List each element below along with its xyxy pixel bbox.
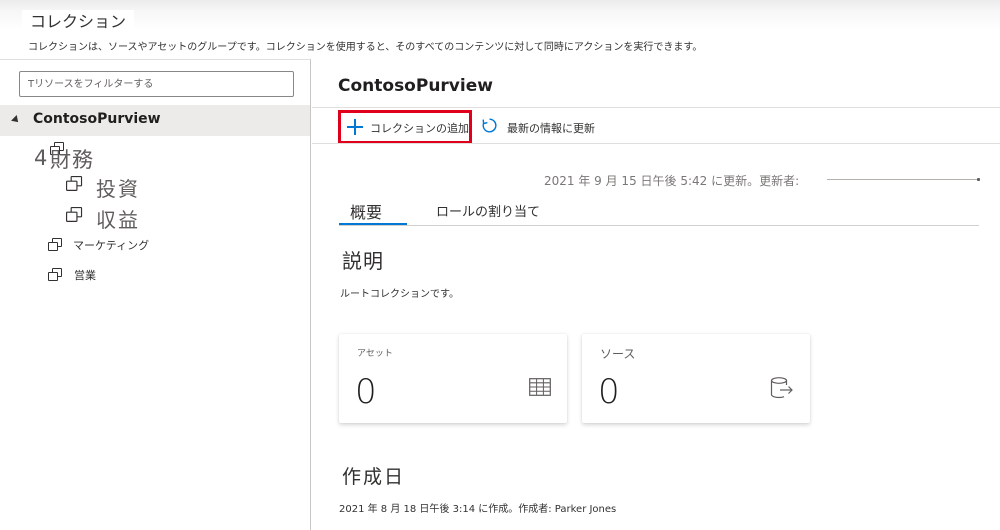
tree-item-contosopurview[interactable]: ContosoPurview xyxy=(0,105,310,136)
tab-bar: 概要 ロールの割り当て xyxy=(339,195,979,226)
plus-icon xyxy=(346,118,364,136)
divider xyxy=(312,107,1000,108)
description-text: ルートコレクションです。 xyxy=(340,289,459,300)
last-updated-text: 2021 年 9 月 15 日午後 5:42 に更新。更新者: xyxy=(544,174,800,188)
tab-overview-label: 概要 xyxy=(350,203,383,222)
tab-overview[interactable]: 概要 xyxy=(350,199,382,223)
collection-title: ContosoPurview xyxy=(338,76,493,96)
tree-item-number: 4 xyxy=(34,146,48,170)
tab-role-assignments-label: ロールの割り当て xyxy=(436,205,541,220)
assets-card-label: アセット xyxy=(357,349,393,359)
refresh-icon xyxy=(482,118,497,133)
assets-card[interactable]: アセット 0 xyxy=(339,334,567,423)
active-tab-indicator xyxy=(339,223,407,225)
sources-card[interactable]: ソース 0 xyxy=(582,334,810,423)
tree-item-label: 収益 xyxy=(96,208,140,232)
tree-item-revenue[interactable]: 収益 xyxy=(64,204,154,232)
filter-resources-input[interactable] xyxy=(19,71,294,97)
tree-item-label: 投資 xyxy=(96,177,140,201)
add-collection-label: コレクションの追加 xyxy=(370,122,469,135)
tree-item-label: 営業 xyxy=(74,269,96,282)
description-heading: 説明 xyxy=(342,249,384,273)
tab-role-assignments[interactable]: ロールの割り当て xyxy=(436,201,540,220)
caret-expanded-icon[interactable] xyxy=(11,115,21,125)
tree-root-label: ContosoPurview xyxy=(33,111,161,127)
created-heading: 作成日 xyxy=(342,466,406,488)
page-title: コレクション xyxy=(22,10,135,34)
tree-item-marketing[interactable]: マーケティング xyxy=(48,236,168,256)
add-collection-button[interactable]: コレクションの追加 xyxy=(338,110,472,144)
created-text: 2021 年 8 月 18 日午後 3:14 に作成。作成者: Parker J… xyxy=(339,504,617,515)
tree-item-label: 財務 xyxy=(50,148,94,172)
collection-icon xyxy=(48,238,62,251)
collection-details-panel: ContosoPurview コレクションの追加 最新の情報に更新 2021 年… xyxy=(312,59,1000,530)
sources-card-label: ソース xyxy=(600,347,636,361)
refresh-label: 最新の情報に更新 xyxy=(507,122,595,135)
collection-tree-panel: ContosoPurview 4 財務 投資 収益 マーケティング 営業 xyxy=(0,59,311,530)
collection-icon xyxy=(66,176,83,191)
table-icon xyxy=(529,378,551,396)
tree-item-label: マーケティング xyxy=(73,239,150,252)
collection-icon xyxy=(66,207,83,222)
updated-by-redacted xyxy=(827,178,980,181)
page-subtitle: コレクションは、ソースやアセットのグループです。コレクションを使用すると、そのす… xyxy=(28,42,703,53)
tree-item-sales[interactable]: 営業 xyxy=(48,266,128,286)
tree-item-finance[interactable]: 4 財務 xyxy=(34,142,114,172)
sources-count: 0 xyxy=(598,372,620,412)
source-export-icon xyxy=(770,377,793,399)
collection-icon xyxy=(48,268,62,281)
tree-item-investment[interactable]: 投資 xyxy=(64,173,154,201)
assets-count: 0 xyxy=(355,372,377,412)
divider xyxy=(312,143,1000,144)
